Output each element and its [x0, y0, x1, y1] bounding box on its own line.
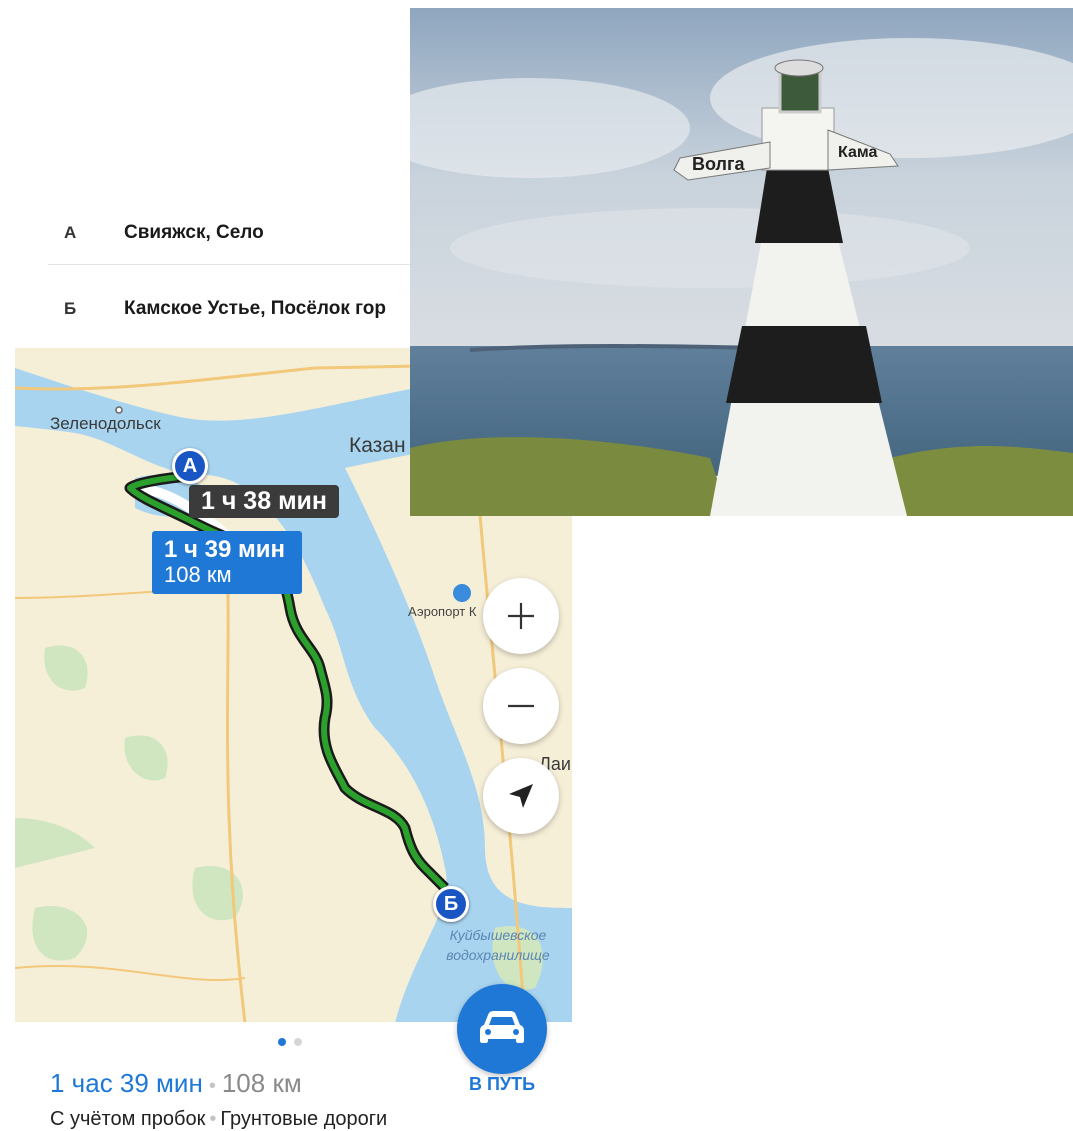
- go-label[interactable]: В ПУТЬ: [462, 1074, 542, 1095]
- point-place: Свияжск, Село: [124, 222, 264, 243]
- point-place: Камское Устье, Посёлок гор: [124, 298, 387, 319]
- page-dot[interactable]: [294, 1038, 302, 1046]
- detail-dirt-roads: Грунтовые дороги: [220, 1108, 388, 1130]
- forest: [32, 906, 88, 961]
- road: [223, 527, 247, 1023]
- page-dot[interactable]: [278, 1038, 286, 1046]
- water-label-line: Куйбышевское: [449, 927, 547, 943]
- photo-canvas: Волга Кама: [410, 8, 1073, 516]
- main-route-time: 1 ч 39 мин: [164, 536, 285, 563]
- lighthouse-photo: Волга Кама: [410, 8, 1073, 516]
- poi-label-airport: Аэропорт К: [408, 604, 477, 619]
- water-label-reservoir: Куйбышевское водохранилище: [433, 925, 563, 965]
- sign-volga: Волга: [692, 154, 745, 174]
- road: [15, 964, 246, 982]
- separator: •: [208, 1075, 216, 1097]
- point-letter: Б: [64, 299, 77, 318]
- route-distance: 108 км: [221, 1068, 302, 1098]
- plus-icon: [508, 603, 534, 629]
- airport-icon: [453, 584, 471, 602]
- minus-icon: [508, 704, 534, 708]
- pin-a[interactable]: А: [172, 448, 208, 484]
- locate-me-button[interactable]: [483, 758, 559, 834]
- main-route-distance: 108 км: [164, 562, 232, 587]
- detail-traffic: С учётом пробок: [50, 1108, 206, 1130]
- zoom-in-button[interactable]: [483, 578, 559, 654]
- water-label-line: водохранилище: [446, 947, 550, 963]
- go-button[interactable]: [457, 984, 547, 1074]
- point-letter: А: [64, 223, 77, 242]
- route-summary[interactable]: 1 час 39 мин • 108 км: [50, 1068, 302, 1099]
- route-details: С учётом пробок • Грунтовые дороги: [50, 1108, 387, 1131]
- zoom-out-button[interactable]: [483, 668, 559, 744]
- navigation-arrow-icon: [509, 784, 533, 808]
- forest: [44, 645, 88, 691]
- city-label-zelenodolsk: Зеленодольск: [50, 414, 161, 433]
- separator: •: [209, 1108, 217, 1130]
- alt-route-time-badge[interactable]: 1 ч 38 мин: [189, 485, 340, 518]
- city-dot: [115, 406, 123, 414]
- pin-b[interactable]: Б: [433, 886, 469, 922]
- city-label-kazan: Казан: [349, 434, 406, 457]
- main-route-badge[interactable]: 1 ч 39 мин 108 км: [152, 531, 302, 594]
- route-point-b[interactable]: Б Камское Устье, Посёлок гор: [48, 278, 418, 340]
- forest: [15, 818, 95, 868]
- page-indicator: [278, 1038, 302, 1046]
- car-icon: [480, 1011, 524, 1043]
- forest: [124, 735, 168, 781]
- sign-kama: Кама: [838, 144, 877, 161]
- route-point-a[interactable]: А Свияжск, Село: [48, 202, 418, 265]
- route-summary-panel: 1 час 39 мин • 108 км С учётом пробок • Грун…: [15, 984, 572, 1131]
- route-time: 1 час 39 мин: [50, 1068, 203, 1098]
